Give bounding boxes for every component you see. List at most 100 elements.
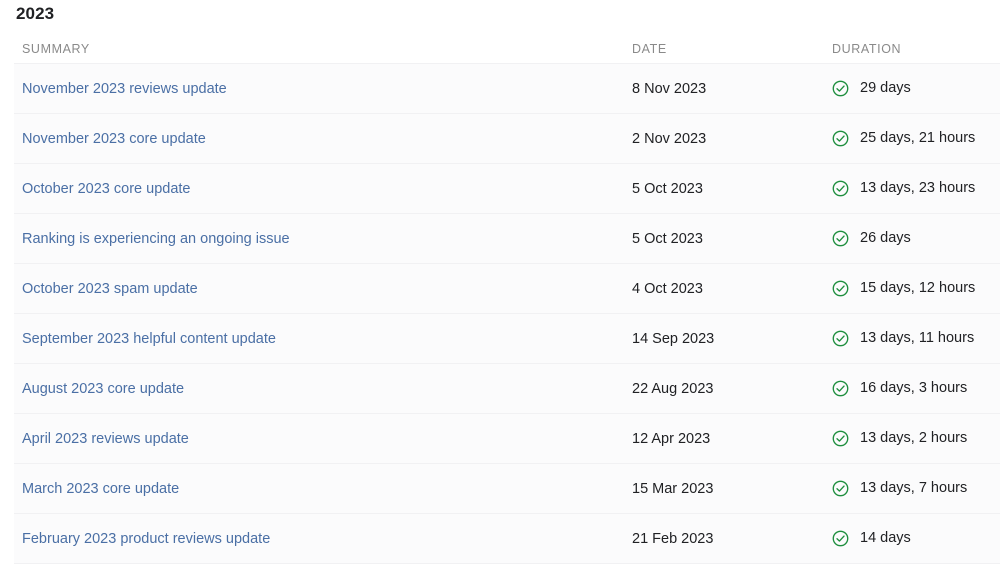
cell-summary: August 2023 core update bbox=[0, 363, 616, 414]
updates-table: SUMMARY DATE DURATION November 2023 revi… bbox=[0, 35, 1000, 564]
date-text: 4 Oct 2023 bbox=[632, 280, 703, 297]
cell-summary: October 2023 spam update bbox=[0, 263, 616, 314]
cell-summary: November 2023 reviews update bbox=[0, 63, 616, 114]
table-body: November 2023 reviews update 8 Nov 2023 29… bbox=[0, 63, 1000, 564]
cell-duration: 29 days bbox=[816, 63, 1000, 114]
table-header-row: SUMMARY DATE DURATION bbox=[0, 35, 1000, 64]
cell-date: 14 Sep 2023 bbox=[616, 313, 816, 364]
cell-summary: February 2023 product reviews update bbox=[0, 513, 616, 564]
table-row: November 2023 core update 2 Nov 2023 25 da… bbox=[0, 113, 1000, 164]
check-circle-icon bbox=[832, 230, 849, 247]
date-text: 5 Oct 2023 bbox=[632, 180, 703, 197]
duration-wrapper: 16 days, 3 hours bbox=[832, 380, 1000, 397]
summary-link[interactable]: September 2023 helpful content update bbox=[22, 331, 276, 347]
duration-wrapper: 15 days, 12 hours bbox=[832, 280, 1000, 297]
cell-summary: November 2023 core update bbox=[0, 113, 616, 164]
date-text: 22 Aug 2023 bbox=[632, 380, 714, 397]
column-header-date-label: DATE bbox=[632, 42, 667, 56]
table-row: February 2023 product reviews update 21 F… bbox=[0, 513, 1000, 564]
duration-wrapper: 13 days, 7 hours bbox=[832, 480, 1000, 497]
duration-wrapper: 13 days, 11 hours bbox=[832, 330, 1000, 347]
cell-summary: October 2023 core update bbox=[0, 163, 616, 214]
date-text: 15 Mar 2023 bbox=[632, 480, 714, 497]
check-circle-icon bbox=[832, 480, 849, 497]
column-header-duration: DURATION bbox=[816, 35, 1000, 64]
summary-link[interactable]: November 2023 reviews update bbox=[22, 81, 227, 97]
check-circle-icon bbox=[832, 180, 849, 197]
cell-date: 22 Aug 2023 bbox=[616, 363, 816, 414]
date-text: 21 Feb 2023 bbox=[632, 530, 714, 547]
duration-wrapper: 13 days, 2 hours bbox=[832, 430, 1000, 447]
column-header-duration-label: DURATION bbox=[832, 42, 902, 56]
duration-text: 14 days bbox=[860, 530, 911, 546]
summary-link[interactable]: February 2023 product reviews update bbox=[22, 531, 270, 547]
cell-duration: 13 days, 7 hours bbox=[816, 463, 1000, 514]
duration-text: 13 days, 11 hours bbox=[860, 330, 975, 346]
date-text: 5 Oct 2023 bbox=[632, 230, 703, 247]
table-header: SUMMARY DATE DURATION bbox=[0, 35, 1000, 64]
duration-text: 15 days, 12 hours bbox=[860, 280, 976, 296]
page-title: 2023 bbox=[16, 4, 55, 23]
column-header-date: DATE bbox=[616, 35, 816, 64]
summary-link[interactable]: August 2023 core update bbox=[22, 381, 184, 397]
cell-date: 8 Nov 2023 bbox=[616, 63, 816, 114]
date-text: 12 Apr 2023 bbox=[632, 430, 711, 447]
cell-summary: Ranking is experiencing an ongoing issue bbox=[0, 213, 616, 264]
duration-text: 29 days bbox=[860, 80, 911, 96]
cell-date: 5 Oct 2023 bbox=[616, 163, 816, 214]
cell-date: 15 Mar 2023 bbox=[616, 463, 816, 514]
duration-text: 16 days, 3 hours bbox=[860, 380, 968, 396]
table-row: October 2023 core update 5 Oct 2023 13 day… bbox=[0, 163, 1000, 214]
summary-link[interactable]: Ranking is experiencing an ongoing issue bbox=[22, 231, 290, 247]
check-circle-icon bbox=[832, 380, 849, 397]
column-header-summary: SUMMARY bbox=[0, 35, 616, 64]
table-row: October 2023 spam update 4 Oct 2023 15 day… bbox=[0, 263, 1000, 314]
date-text: 14 Sep 2023 bbox=[632, 330, 715, 347]
table-row: November 2023 reviews update 8 Nov 2023 29… bbox=[0, 63, 1000, 114]
check-circle-icon bbox=[832, 130, 849, 147]
duration-text: 25 days, 21 hours bbox=[860, 130, 976, 146]
cell-summary: September 2023 helpful content update bbox=[0, 313, 616, 364]
date-text: 8 Nov 2023 bbox=[632, 80, 707, 97]
cell-date: 4 Oct 2023 bbox=[616, 263, 816, 314]
duration-wrapper: 13 days, 23 hours bbox=[832, 180, 1000, 197]
summary-link[interactable]: October 2023 core update bbox=[22, 181, 190, 197]
date-text: 2 Nov 2023 bbox=[632, 130, 707, 147]
check-circle-icon bbox=[832, 330, 849, 347]
cell-date: 5 Oct 2023 bbox=[616, 213, 816, 264]
summary-link[interactable]: October 2023 spam update bbox=[22, 281, 198, 297]
table-row: September 2023 helpful content update 14 … bbox=[0, 313, 1000, 364]
cell-date: 12 Apr 2023 bbox=[616, 413, 816, 464]
table-row: April 2023 reviews update 12 Apr 2023 13 d… bbox=[0, 413, 1000, 464]
duration-text: 26 days bbox=[860, 230, 911, 246]
cell-summary: April 2023 reviews update bbox=[0, 413, 616, 464]
table-row: August 2023 core update 22 Aug 2023 16 day… bbox=[0, 363, 1000, 414]
cell-date: 2 Nov 2023 bbox=[616, 113, 816, 164]
cell-summary: March 2023 core update bbox=[0, 463, 616, 514]
duration-text: 13 days, 7 hours bbox=[860, 480, 968, 496]
check-circle-icon bbox=[832, 280, 849, 297]
cell-duration: 13 days, 11 hours bbox=[816, 313, 1000, 364]
summary-link[interactable]: November 2023 core update bbox=[22, 131, 206, 147]
duration-wrapper: 26 days bbox=[832, 230, 1000, 247]
cell-duration: 14 days bbox=[816, 513, 1000, 564]
check-circle-icon bbox=[832, 80, 849, 97]
duration-wrapper: 25 days, 21 hours bbox=[832, 130, 1000, 147]
cell-duration: 13 days, 23 hours bbox=[816, 163, 1000, 214]
cell-duration: 25 days, 21 hours bbox=[816, 113, 1000, 164]
check-circle-icon bbox=[832, 430, 849, 447]
cell-duration: 26 days bbox=[816, 213, 1000, 264]
check-circle-icon bbox=[832, 530, 849, 547]
cell-duration: 13 days, 2 hours bbox=[816, 413, 1000, 464]
duration-wrapper: 14 days bbox=[832, 530, 1000, 547]
cell-date: 21 Feb 2023 bbox=[616, 513, 816, 564]
cell-duration: 15 days, 12 hours bbox=[816, 263, 1000, 314]
updates-page: 2023 SUMMARY DATE DURATION November 2023… bbox=[0, 0, 1000, 567]
table-row: Ranking is experiencing an ongoing issue… bbox=[0, 213, 1000, 264]
column-header-summary-label: SUMMARY bbox=[22, 42, 90, 56]
table-row: March 2023 core update 15 Mar 2023 13 days… bbox=[0, 463, 1000, 514]
summary-link[interactable]: April 2023 reviews update bbox=[22, 431, 189, 447]
duration-text: 13 days, 23 hours bbox=[860, 180, 976, 196]
summary-link[interactable]: March 2023 core update bbox=[22, 481, 179, 497]
duration-text: 13 days, 2 hours bbox=[860, 430, 968, 446]
